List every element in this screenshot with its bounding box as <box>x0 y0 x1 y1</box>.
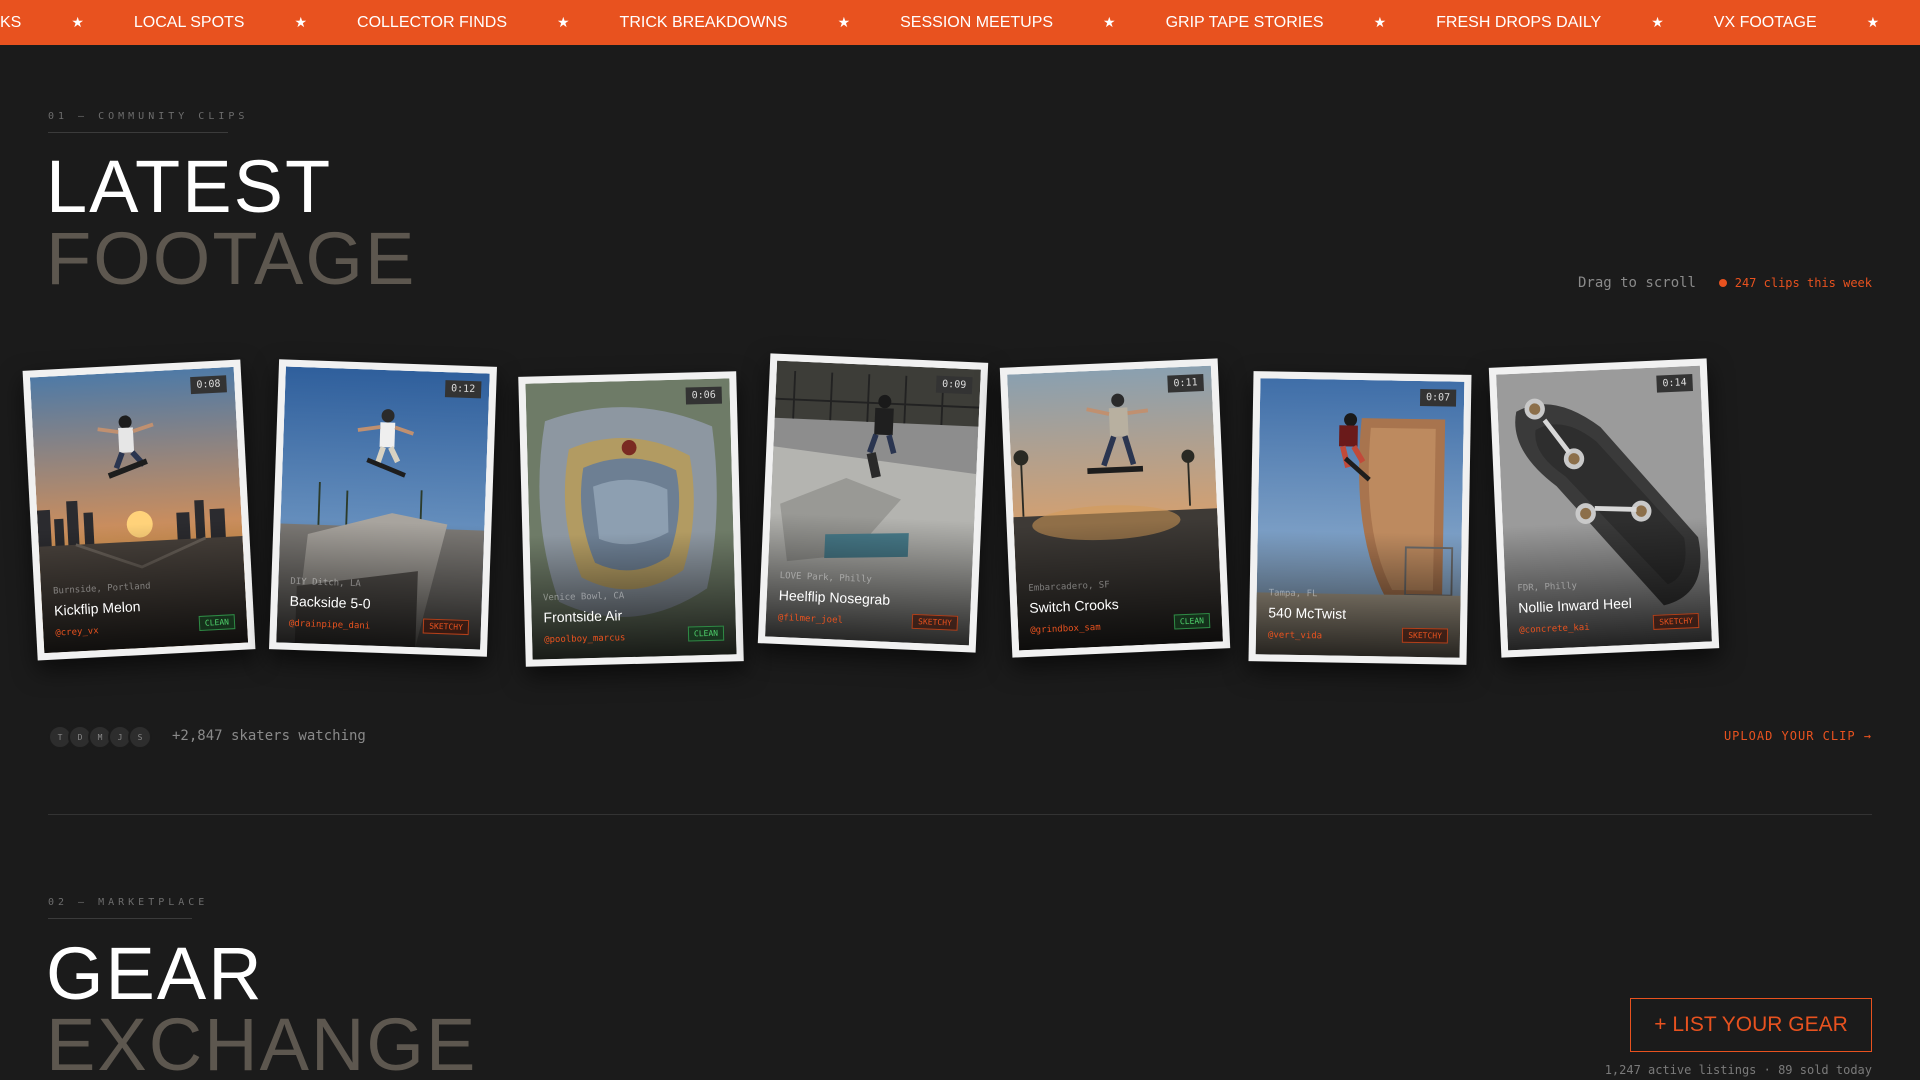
clip-thumbnail: 0:12 DIY Ditch, LA Backside 5-0 @drainpipe_… <box>276 366 490 650</box>
ticker-item: ★ VX FOOTAGE <box>1651 14 1866 32</box>
clip-thumbnail: 0:07 Tampa, FL 540 McTwist @vert_vida SKETCH… <box>1255 378 1465 658</box>
clip-duration: 0:09 <box>935 375 973 395</box>
clip-card[interactable]: 0:07 Tampa, FL 540 McTwist @vert_vida SKETCH… <box>1248 371 1472 665</box>
clip-quality-badge: SKETCHY <box>1402 627 1449 644</box>
ticker-label: GRIP TAPE STORIES <box>1165 13 1324 31</box>
clip-duration: 0:14 <box>1656 374 1693 393</box>
clip-card[interactable]: 0:09 LOVE Park, Philly Heelflip Nosegrab @f… <box>757 353 989 653</box>
clip-title: Backside 5-0 <box>289 592 371 612</box>
section-eyebrow-marketplace: 02 — MARKETPLACE <box>48 897 209 908</box>
clip-thumbnail: 0:09 LOVE Park, Philly Heelflip Nosegrab @f… <box>765 360 981 646</box>
clip-title: 540 McTwist <box>1268 604 1347 622</box>
ticker-item: ★VINTAGE DECKS <box>1867 14 1920 32</box>
drag-hint: Drag to scroll <box>1577 275 1696 291</box>
clip-title: Frontside Air <box>543 607 623 626</box>
star-icon: ★ <box>837 14 851 30</box>
clip-quality-badge: CLEAN <box>1173 612 1211 630</box>
clip-card[interactable]: 0:11 Embarcadero, SF Switch Crooks @grindbo… <box>999 358 1231 658</box>
section-eyebrow-clips: 01 — COMMUNITY CLIPS <box>48 111 249 122</box>
star-icon: ★ <box>71 14 84 30</box>
upload-clip-link[interactable]: UPLOAD YOUR CLIP → <box>1724 729 1872 743</box>
eyebrow-rule <box>48 918 192 919</box>
ticker-label: FRESH DROPS DAILY <box>1436 13 1602 31</box>
star-icon: ★ <box>294 14 308 30</box>
clip-thumbnail: 0:11 Embarcadero, SF Switch Crooks @grindbo… <box>1007 365 1223 651</box>
ticker-label: VINTAGE DECKS <box>1879 14 1920 32</box>
listing-stats: 1,247 active listings · 89 sold today <box>1604 1063 1872 1077</box>
clip-count: 247 clips this week <box>1718 276 1872 290</box>
ticker-item: ★ FRESH DROPS DAILY <box>1374 14 1652 32</box>
watcher-count: +2,847 skaters watching <box>172 728 366 744</box>
clip-count-text: 247 clips this week <box>1734 276 1872 290</box>
clip-quality-badge: SKETCHY <box>911 613 959 631</box>
ticker-label: SESSION MEETUPS <box>900 13 1054 31</box>
gear-title-line2: EXCHANGE <box>46 1003 478 1080</box>
clip-quality-badge: SKETCHY <box>1652 612 1700 630</box>
clip-thumbnail: 0:14 FDR, Philly Nollie Inward Heel @concre… <box>1496 365 1712 651</box>
clip-duration: 0:07 <box>1419 389 1457 407</box>
clip-thumbnail: 0:06 Venice Bowl, CA Frontside Air @poolboy… <box>525 378 737 660</box>
ticker-label: TRICK BREAKDOWNS <box>619 13 788 31</box>
eyebrow-rule <box>48 132 228 133</box>
clip-duration: 0:11 <box>1167 374 1204 393</box>
ticker-item: ★ COLLECTOR FINDS <box>294 14 557 32</box>
star-icon: ★ <box>1103 14 1116 30</box>
clip-duration: 0:06 <box>685 386 723 405</box>
live-dot-icon <box>1718 279 1727 287</box>
footage-title-line2: FOOTAGE <box>46 217 417 300</box>
clip-card[interactable]: 0:14 FDR, Philly Nollie Inward Heel @concre… <box>1488 358 1720 658</box>
avatar: S <box>128 725 152 749</box>
clip-card[interactable]: 0:06 Venice Bowl, CA Frontside Air @poolboy… <box>518 371 744 667</box>
clip-quality-badge: CLEAN <box>198 614 236 632</box>
clip-quality-badge: CLEAN <box>687 625 725 642</box>
list-your-gear-button[interactable]: + LIST YOUR GEAR <box>1630 998 1872 1052</box>
star-icon: ★ <box>1651 14 1664 30</box>
clip-card[interactable]: 0:08 Burnside, Portland Kickflip Melon @cre… <box>22 359 256 661</box>
ticker-label: VX FOOTAGE <box>1713 13 1817 31</box>
section-divider <box>48 814 1872 815</box>
gear-title-line1: GEAR <box>46 932 264 1015</box>
clip-location: Tampa, FL <box>1268 588 1318 600</box>
star-icon: ★ <box>1866 14 1880 30</box>
ticker-label: KS <box>0 13 22 31</box>
ticker-item: ★ GRIP TAPE STORIES <box>1103 14 1374 32</box>
watcher-avatars: TDMJS <box>48 725 152 749</box>
ticker-item: ★ LOCAL SPOTS <box>71 14 294 32</box>
top-ticker: KS ★ LOCAL SPOTS ★ COLLECTOR FINDS ★ TRICK BRE… <box>0 0 1920 45</box>
ticker-label: COLLECTOR FINDS <box>357 13 507 31</box>
footage-title-line1: LATEST <box>46 145 333 228</box>
star-icon: ★ <box>556 14 570 30</box>
clip-duration: 0:12 <box>444 380 482 399</box>
clip-duration: 0:08 <box>190 375 227 395</box>
star-icon: ★ <box>1373 14 1387 30</box>
ticker-item: ★ SESSION MEETUPS <box>838 14 1103 32</box>
ticker-track: KS ★ LOCAL SPOTS ★ COLLECTOR FINDS ★ TRICK BRE… <box>0 0 1920 45</box>
clip-thumbnail: 0:08 Burnside, Portland Kickflip Melon @cre… <box>29 366 249 654</box>
clip-location: Venice Bowl, CA <box>542 591 625 604</box>
ticker-item: KS <box>0 14 71 32</box>
clip-card[interactable]: 0:12 DIY Ditch, LA Backside 5-0 @drainpipe_… <box>269 359 497 657</box>
ticker-label: LOCAL SPOTS <box>133 13 245 31</box>
clip-quality-badge: SKETCHY <box>422 618 470 636</box>
ticker-item: ★ TRICK BREAKDOWNS <box>557 14 838 32</box>
clip-user[interactable]: @vert_vida <box>1268 630 1322 641</box>
clip-user[interactable]: @poolboy_marcus <box>544 633 626 645</box>
